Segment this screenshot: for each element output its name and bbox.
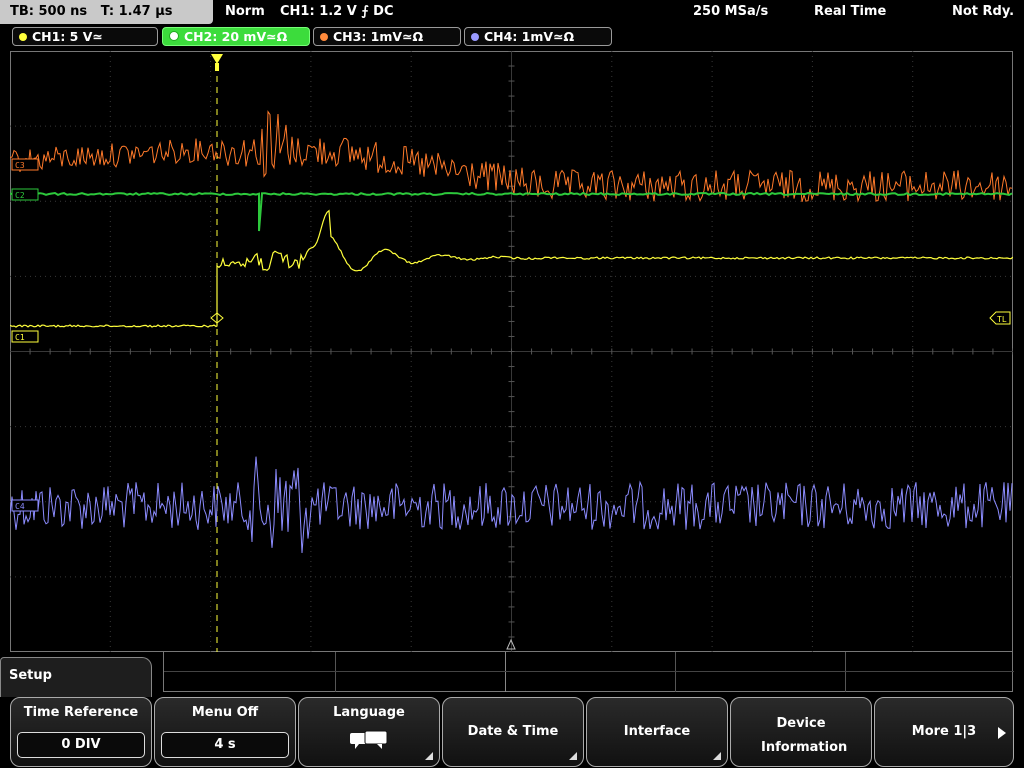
trigger-level-marker[interactable]: TL: [989, 311, 1011, 325]
menu-title: Setup: [0, 657, 152, 697]
ch1-color-dot: [19, 33, 27, 41]
ch3-color-dot: [320, 33, 328, 41]
more-softkey[interactable]: More 1|3: [874, 697, 1014, 767]
submenu-indicator-icon: [713, 752, 721, 760]
date-time-softkey[interactable]: Date & Time: [442, 697, 584, 767]
status-bar: TB: 500 ns T: 1.47 µs Norm CH1: 1.2 V ⨍ …: [0, 0, 1024, 25]
ch2-label: CH2: 20 mV≃Ω: [184, 29, 288, 44]
device-information-softkey[interactable]: Device Information: [730, 697, 872, 767]
trigger-position-marker[interactable]: [211, 54, 223, 64]
ch4-marker-label: C4: [15, 502, 25, 511]
acquisition-state: Not Rdy.: [952, 4, 1015, 19]
graticule: [10, 51, 1013, 652]
acquisition-mode: Real Time: [814, 4, 887, 19]
ch4-color-dot: [471, 33, 479, 41]
ch1-marker-label: C1: [15, 333, 25, 342]
channel-tab-ch4[interactable]: CH4: 1mV≃Ω: [464, 27, 612, 46]
date-time-label: Date & Time: [467, 724, 559, 739]
menu-off-label: Menu Off: [191, 705, 259, 720]
trigger-position-stem: [215, 63, 219, 71]
more-label: More 1|3: [911, 724, 977, 739]
ch1-label: CH1: 5 V≃: [32, 29, 103, 44]
time-reference-value: 0 DIV: [17, 732, 145, 758]
ch3-label: CH3: 1mV≃Ω: [333, 29, 424, 44]
trigger-time-readout: T: 1.47 µs: [100, 4, 173, 19]
channel-bar: CH1: 5 V≃ CH2: 20 mV≃Ω CH3: 1mV≃Ω CH4: 1…: [0, 26, 1024, 48]
ch2-color-dot: [169, 31, 179, 41]
ch3-offset-marker[interactable]: C3: [11, 158, 39, 171]
time-reference-label: Time Reference: [23, 705, 139, 720]
trigger-setting[interactable]: CH1: 1.2 V ⨍ DC: [280, 0, 394, 24]
interface-softkey[interactable]: Interface: [586, 697, 728, 767]
ch2-offset-marker[interactable]: C2: [11, 188, 39, 201]
speech-bubbles-icon: [350, 730, 388, 749]
channel-tab-ch3[interactable]: CH3: 1mV≃Ω: [313, 27, 461, 46]
waveform-area[interactable]: C3 C2 C1 C4 TL: [10, 51, 1013, 652]
timebase-readout: TB: 500 ns: [10, 4, 88, 19]
menu-off-value: 4 s: [161, 732, 289, 758]
ch3-marker-label: C3: [15, 161, 25, 170]
channel-tab-ch1[interactable]: CH1: 5 V≃: [12, 27, 158, 46]
info-panel: [163, 652, 1014, 692]
ch2-marker-label: C2: [15, 191, 25, 200]
sample-rate: 250 MSa/s: [693, 4, 769, 19]
next-page-arrow-icon: [998, 727, 1006, 739]
menu-off-softkey[interactable]: Menu Off 4 s: [154, 697, 296, 767]
ch4-offset-marker[interactable]: C4: [11, 499, 39, 512]
interface-label: Interface: [623, 724, 691, 739]
language-label: Language: [333, 705, 405, 720]
submenu-indicator-icon: [569, 752, 577, 760]
ch1-offset-marker[interactable]: C1: [11, 330, 39, 343]
ch4-label: CH4: 1mV≃Ω: [484, 29, 575, 44]
language-softkey[interactable]: Language: [298, 697, 440, 767]
device-information-label: Device Information: [761, 716, 848, 755]
timebase-box[interactable]: TB: 500 ns T: 1.47 µs: [0, 0, 213, 24]
trigger-level-label: TL: [997, 315, 1007, 324]
trigger-mode[interactable]: Norm: [225, 0, 265, 24]
channel-tab-ch2[interactable]: CH2: 20 mV≃Ω: [162, 27, 310, 46]
time-reference-softkey[interactable]: Time Reference 0 DIV: [10, 697, 152, 767]
submenu-indicator-icon: [425, 752, 433, 760]
